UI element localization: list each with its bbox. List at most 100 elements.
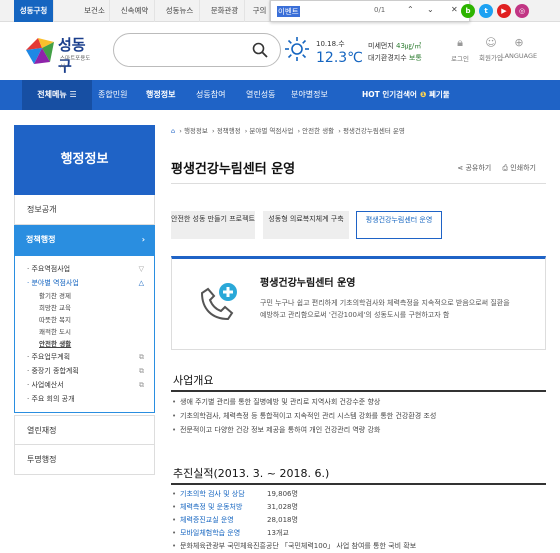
sub-label: 중장기 종합계획 [31,367,79,375]
share-icon: ⋖ [457,164,464,172]
chevron-down-icon: ▽ [138,265,144,273]
print-icon: ⎙ [502,164,508,172]
tab-safe-project[interactable]: 안전한 성동 만들기 프로젝트 [171,211,255,239]
hot-search-keyword[interactable]: ❶ 폐기물 [420,80,450,110]
find-input[interactable]: 이벤트 [277,6,300,17]
list-item: 체력측정 및 운동처방 31,028명 [171,501,546,514]
tab-medical-welfare[interactable]: 성동형 의료복지체계 구축 [263,211,349,239]
nav-item-field[interactable]: 분야별정보 [291,80,328,110]
all-menu-label: 전체메뉴 [37,90,67,99]
nav-item-open[interactable]: 열린성동 [246,80,275,110]
intro-heading: 평생건강누림센터 운영 [260,278,356,289]
tab-seongdong-gu[interactable]: 성동구청 [14,0,54,22]
sidebar: 행정정보 정보공개 정책행정 › · 주요역점사업 ▽ · 분야별 역점사업 △ 활기… [14,125,155,475]
achievement-label: 체력측정 및 운동처방 [180,503,243,511]
tab-news[interactable]: 성동뉴스 [160,0,200,22]
achievement-label: 기초의학 검사 및 상담 [180,490,245,498]
language-label: LANGUAGE [500,52,538,60]
tab-culture[interactable]: 문화관광 [205,0,245,22]
share-label: 공유하기 [465,164,492,172]
sidebar-sub2-city[interactable]: 쾌적한 도시 [27,326,144,338]
sidebar-sub-field[interactable]: · 분야별 역점사업 △ [27,276,144,290]
air-index-label: 대기환경지수 [368,54,407,62]
sidebar-sub-budget[interactable]: · 사업예산서 ⧉ [27,378,144,392]
search-icon[interactable] [252,42,268,58]
logo-mark-icon [26,38,54,64]
home-icon[interactable]: ⌂ [171,127,175,135]
sidebar-sub-longterm[interactable]: · 중장기 종합계획 ⧉ [27,364,144,378]
sidebar-sub2-welfare[interactable]: 따뜻한 복지 [27,314,144,326]
all-menu-button[interactable]: 전체메뉴 ☰ [22,80,92,110]
sidebar-sub-major[interactable]: · 주요역점사업 ▽ [27,262,144,276]
nav-item-participate[interactable]: 성동참여 [196,80,225,110]
achievements-list: 기초의학 검사 및 상담 19,806명 체력측정 및 운동처방 31,028명 체… [171,488,546,553]
header: 성동구 스마트포용도시 10.18.수 12.3℃ 미세먼지 43㎍/㎥ 대기환… [0,22,560,80]
youtube-icon[interactable]: ▶ [497,4,511,18]
achievements-divider [171,483,546,485]
list-item: 생애 주기별 관리를 통한 질병예방 및 관리로 지역사회 건강수준 향상 [171,395,546,409]
sidebar-active-label: 정책행정 [26,235,56,244]
overview-list: 생애 주기별 관리를 통한 질병예방 및 관리로 지역사회 건강수준 향상 기초… [171,395,546,437]
list-item: 모바일체험학습 운영 13개교 [171,527,546,540]
language-link[interactable]: ⊕ LANGUAGE [500,36,538,60]
nav-item-civil[interactable]: 종합민원 [98,80,127,110]
intro-box: 평생건강누림센터 운영 구민 누구나 쉽고 편리하게 기초의학검사와 체력측정을… [171,256,546,350]
blog-icon[interactable]: b [461,4,475,18]
nav-item-admin[interactable]: 행정정보 [146,80,175,110]
breadcrumb-item[interactable]: 분야별 역점사업 [249,127,293,135]
list-item: 기초의학검사, 체력측정 등 통합적이고 지속적인 관리 시스템 강화를 통한 … [171,409,546,423]
instagram-icon[interactable]: ◎ [515,4,529,18]
breadcrumb-item[interactable]: 행정정보 [184,127,208,135]
achievements-title: 추진실적(2013. 3. ~ 2018. 6.) [173,467,330,480]
tab-quick-reserve[interactable]: 신속예약 [115,0,155,22]
list-item: 체력증진교실 운영 28,018명 [171,514,546,527]
breadcrumb-item[interactable]: 평생건강누림센터 운영 [343,127,405,135]
intro-description: 구민 누구나 쉽고 편리하게 기초의학검사와 체력측정을 지속적으로 받음으로써… [260,299,510,319]
find-prev-icon[interactable]: ⌃ [407,5,414,14]
sidebar-sub2-safety[interactable]: 안전한 생활 [27,338,144,350]
logo[interactable]: 성동구 스마트포용도시 [24,34,94,75]
list-item: 전문적이고 다양한 건강 정보 제공을 통하여 개인 건강관리 역량 강화 [171,423,546,437]
main-nav: 전체메뉴 ☰ 종합민원 행정정보 성동참여 열린성동 분야별정보 HOT 인기검… [0,80,560,110]
list-item: 기초의학 검사 및 상담 19,806명 [171,488,546,501]
find-bar: 이벤트 0/1 ⌃ ⌄ ✕ [270,0,470,22]
sidebar-sub2-education[interactable]: 희망찬 교육 [27,302,144,314]
print-label: 인쇄하기 [510,164,536,172]
achievement-value: 31,028명 [267,503,298,511]
tab-more[interactable]: 구의 [250,0,270,22]
hot-rank-icon: ❶ [420,90,427,99]
tab-health-center[interactable]: 보건소 [80,0,110,22]
share-button[interactable]: ⋖ 공유하기 [457,164,491,172]
achievement-value: 19,806명 [267,490,298,498]
weather-temp: 12.3℃ [316,50,363,66]
search-input[interactable] [113,33,281,67]
sidebar-sub-plan[interactable]: · 주요업무계획 ⧉ [27,350,144,364]
weather-date: 10.18.수 [316,40,345,48]
tab-lifelong-health[interactable]: 평생건강누림센터 운영 [356,211,442,239]
login-label: 로그인 [451,55,469,63]
find-next-icon[interactable]: ⌄ [427,5,434,14]
external-link-icon: ⧉ [139,353,144,361]
chevron-up-icon: △ [138,279,144,287]
sidebar-sub2-economy[interactable]: 활기찬 경제 [27,290,144,302]
sub-label: 주요업무계획 [31,353,71,361]
sub-label: 주요 회의 공개 [31,395,75,403]
sidebar-item-transparent[interactable]: 투명행정 [14,445,155,475]
page-tools: ⋖ 공유하기 ⎙ 인쇄하기 [457,163,536,173]
breadcrumb-item[interactable]: 안전한 생활 [302,127,334,135]
twitter-icon[interactable]: t [479,4,493,18]
sidebar-sub-meeting[interactable]: · 주요 회의 공개 [27,392,144,406]
sidebar-item-info-open[interactable]: 정보공개 [14,195,155,225]
external-link-icon: ⧉ [139,367,144,375]
find-close-icon[interactable]: ✕ [451,5,458,14]
phone-medical-icon [200,283,237,321]
sun-icon [285,37,309,61]
sidebar-item-policy[interactable]: 정책행정 › [14,225,155,255]
print-button[interactable]: ⎙ 인쇄하기 [502,164,536,172]
sidebar-item-finance[interactable]: 열린재정 [14,415,155,445]
logo-tagline: 스마트포용도시 [60,56,91,70]
air-index: 대기환경지수 보통 [368,53,422,63]
sub-label: 주요역점사업 [31,265,71,273]
breadcrumb-item[interactable]: 정책행정 [217,127,241,135]
globe-icon: ⊕ [514,36,524,49]
